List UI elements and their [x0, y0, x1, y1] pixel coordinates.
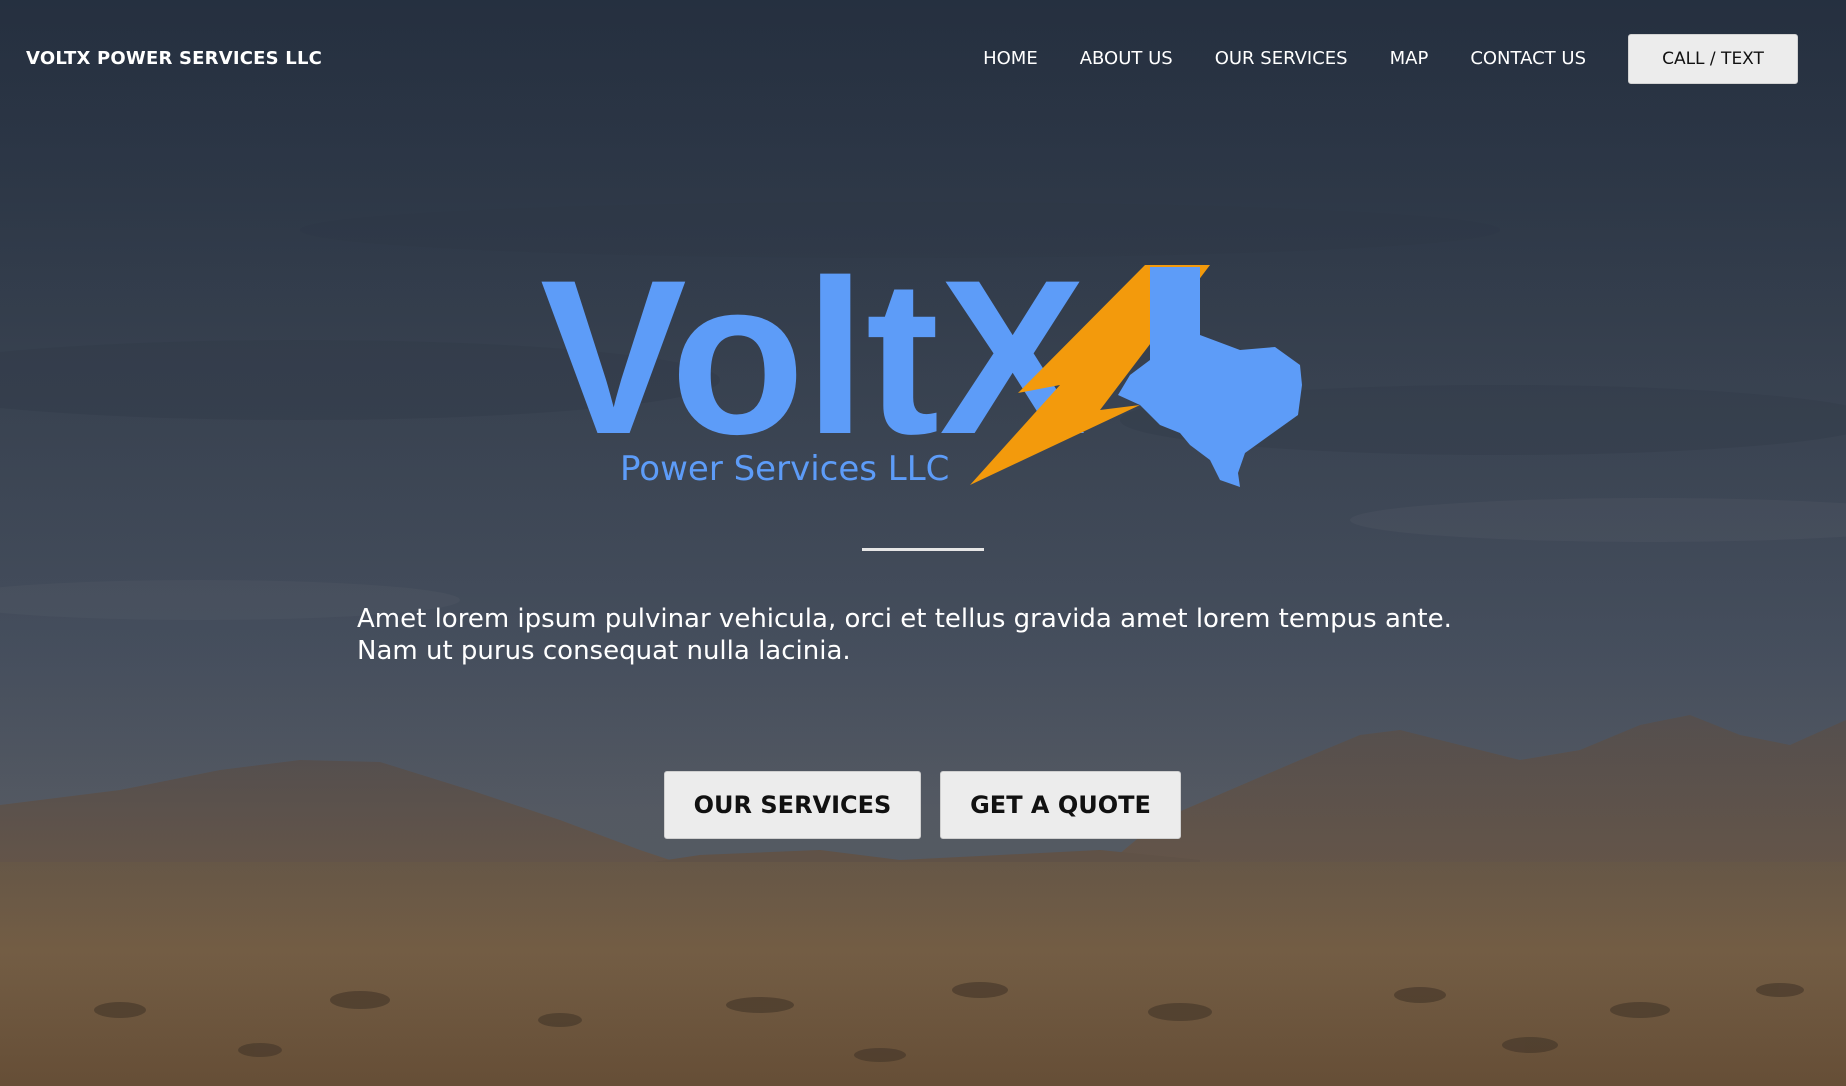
- get-a-quote-button[interactable]: GET A QUOTE: [940, 771, 1181, 839]
- nav-about-us[interactable]: ABOUT US: [1080, 48, 1173, 69]
- top-navigation-bar: VOLTX POWER SERVICES LLC HOME ABOUT US O…: [0, 0, 1846, 118]
- hero-divider: [862, 548, 984, 551]
- our-services-button[interactable]: OUR SERVICES: [664, 771, 921, 839]
- main-nav: HOME ABOUT US OUR SERVICES MAP CONTACT U…: [941, 48, 1586, 69]
- nav-home[interactable]: HOME: [983, 48, 1038, 69]
- nav-our-services[interactable]: OUR SERVICES: [1215, 48, 1348, 69]
- nav-map[interactable]: MAP: [1390, 48, 1429, 69]
- nav-contact-us[interactable]: CONTACT US: [1470, 48, 1586, 69]
- hero-overlay: [0, 0, 1846, 1086]
- logo-wordmark: VoltX: [540, 255, 1086, 480]
- call-text-button[interactable]: CALL / TEXT: [1628, 34, 1798, 84]
- hero-tagline: Amet lorem ipsum pulvinar vehicula, orci…: [357, 604, 1452, 666]
- logo-subtitle: Power Services LLC: [620, 449, 949, 489]
- voltx-logo: VoltX Power Services LLC: [540, 255, 1302, 489]
- site-brand[interactable]: VOLTX POWER SERVICES LLC: [26, 48, 322, 69]
